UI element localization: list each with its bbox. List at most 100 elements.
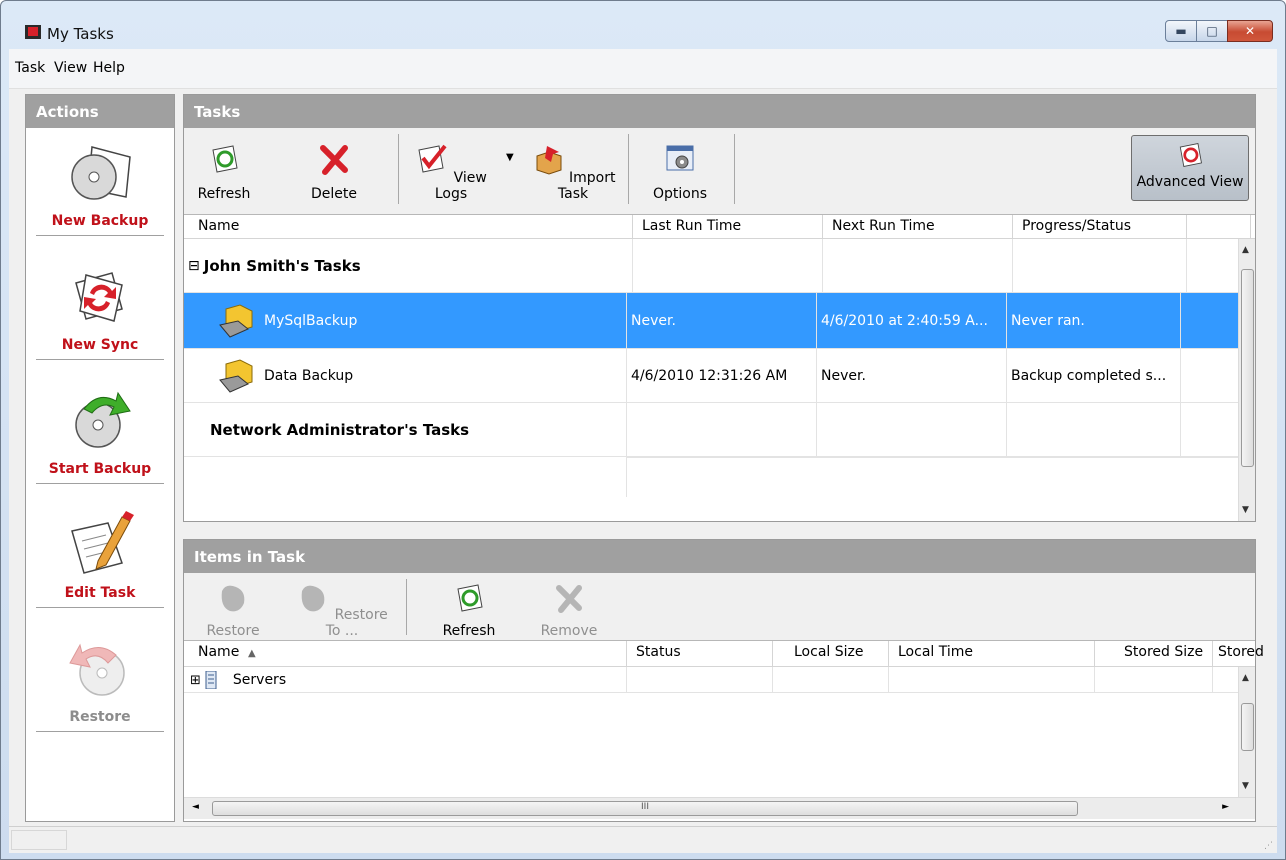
progress-status: Never ran. xyxy=(1006,293,1180,348)
restore-item-icon xyxy=(221,585,245,612)
items-refresh-button[interactable]: Refresh xyxy=(434,581,504,639)
server-icon xyxy=(205,671,217,689)
restore-to-icon xyxy=(301,585,325,612)
minimize-button[interactable]: ▬ xyxy=(1165,20,1197,42)
maximize-icon: □ xyxy=(1206,24,1218,38)
options-icon xyxy=(666,145,694,171)
last-run-time: 4/6/2010 12:31:26 AM xyxy=(626,349,816,402)
column-last-run-time[interactable]: Last Run Time xyxy=(642,218,741,234)
backup-task-icon xyxy=(219,359,253,393)
group-row-network-admin[interactable]: Network Administrator's Tasks xyxy=(184,403,1243,457)
options-label: Options xyxy=(652,186,708,202)
status-cell xyxy=(11,830,67,850)
view-logs-dropdown-icon[interactable]: ▼ xyxy=(506,152,514,163)
advanced-view-button[interactable]: Advanced View xyxy=(1131,135,1249,201)
table-row[interactable]: MySqlBackup Never. 4/6/2010 at 2:40:59 A… xyxy=(184,293,1243,349)
remove-button[interactable]: Remove xyxy=(534,581,604,639)
start-backup-action[interactable]: Start Backup xyxy=(36,387,164,484)
sync-icon xyxy=(75,272,123,322)
expand-icon[interactable]: ⊞ xyxy=(190,673,201,688)
toolbar-separator xyxy=(628,134,629,204)
group-title-network-admin: Network Administrator's Tasks xyxy=(210,421,470,439)
maximize-button[interactable]: □ xyxy=(1196,20,1228,42)
restore-to-button[interactable]: Restore To ... xyxy=(292,581,392,639)
scrollbar-thumb[interactable] xyxy=(1241,269,1254,467)
table-row[interactable]: Data Backup 4/6/2010 12:31:26 AM Never. … xyxy=(184,349,1243,403)
scrollbar-thumb[interactable]: III xyxy=(212,801,1078,816)
item-name: Servers xyxy=(232,672,287,688)
new-backup-label: New Backup xyxy=(51,213,149,229)
tasks-vertical-scrollbar[interactable]: ▲ ▼ xyxy=(1238,239,1255,521)
restore-icon xyxy=(69,643,125,696)
toolbar-separator xyxy=(734,134,735,204)
column-stored-size[interactable]: Stored Size xyxy=(1124,644,1203,660)
scroll-down-icon[interactable]: ▼ xyxy=(1242,505,1249,515)
menu-help[interactable]: Help xyxy=(93,60,125,76)
scroll-left-icon[interactable]: ◄ xyxy=(192,802,199,812)
column-status[interactable]: Status xyxy=(636,644,681,660)
restore-action[interactable]: Restore xyxy=(36,635,164,732)
actions-panel: Actions New Backup New Sync Start Backup… xyxy=(25,94,175,822)
start-backup-icon xyxy=(75,391,131,448)
menu-view[interactable]: View xyxy=(54,60,87,76)
scroll-down-icon[interactable]: ▼ xyxy=(1242,781,1249,791)
last-run-time: Never. xyxy=(626,293,816,348)
scroll-up-icon[interactable]: ▲ xyxy=(1242,245,1249,255)
advanced-view-label: Advanced View xyxy=(1136,174,1244,190)
next-run-time: Never. xyxy=(816,349,1006,402)
column-name[interactable]: Name xyxy=(198,644,239,660)
column-local-size[interactable]: Local Size xyxy=(794,644,863,660)
tasks-grid: Name Last Run Time Next Run Time Progres… xyxy=(184,214,1255,521)
edit-task-label: Edit Task xyxy=(64,585,136,601)
restore-button[interactable]: Restore xyxy=(198,581,268,639)
restore-label: Restore xyxy=(206,623,260,639)
refresh-icon xyxy=(212,145,238,173)
scroll-up-icon[interactable]: ▲ xyxy=(1242,673,1249,683)
column-progress-status[interactable]: Progress/Status xyxy=(1022,218,1131,234)
toolbar-separator xyxy=(406,579,407,635)
items-header: Items in Task xyxy=(184,540,1255,573)
items-vertical-scrollbar[interactable]: ▲ ▼ xyxy=(1238,667,1255,797)
restore-to-label: Restore To ... xyxy=(325,607,388,639)
backup-task-icon xyxy=(219,304,253,338)
column-local-time[interactable]: Local Time xyxy=(898,644,973,660)
advanced-view-icon xyxy=(1179,143,1202,167)
scroll-right-icon[interactable]: ► xyxy=(1222,802,1229,812)
tasks-header: Tasks xyxy=(184,95,1255,128)
new-sync-action[interactable]: New Sync xyxy=(36,263,164,360)
resize-grip-icon[interactable]: ⋰ xyxy=(1264,841,1273,851)
toolbar-separator xyxy=(398,134,399,204)
list-item[interactable]: ⊞ Servers xyxy=(184,667,1238,693)
edit-task-action[interactable]: Edit Task xyxy=(36,511,164,608)
refresh-button[interactable]: Refresh xyxy=(194,142,254,202)
column-next-run-time[interactable]: Next Run Time xyxy=(832,218,935,234)
tasks-grid-header: Name Last Run Time Next Run Time Progres… xyxy=(184,215,1255,239)
close-icon: ✕ xyxy=(1244,24,1256,38)
remove-icon xyxy=(556,585,582,613)
options-button[interactable]: Options xyxy=(650,142,710,202)
delete-button[interactable]: Delete xyxy=(304,142,364,202)
refresh-label: Refresh xyxy=(442,623,496,639)
restore-label: Restore xyxy=(69,709,131,725)
start-backup-label: Start Backup xyxy=(48,461,152,477)
new-backup-action[interactable]: New Backup xyxy=(36,139,164,236)
close-button[interactable]: ✕ xyxy=(1227,20,1273,42)
column-stored[interactable]: Stored xyxy=(1218,644,1264,660)
import-task-button[interactable]: Import Task xyxy=(528,142,618,202)
menu-task[interactable]: Task xyxy=(15,60,45,76)
scrollbar-thumb[interactable] xyxy=(1241,703,1254,751)
group-title-john-smith: John Smith's Tasks xyxy=(203,257,361,275)
sort-ascending-icon: ▲ xyxy=(248,648,256,659)
title-bar[interactable]: My Tasks ▬ □ ✕ xyxy=(1,1,1285,49)
column-name[interactable]: Name xyxy=(198,218,239,234)
collapse-group-icon[interactable]: ⊟ xyxy=(188,258,200,274)
scrollbar-grip: III xyxy=(641,802,649,812)
menu-bar: Task View Help xyxy=(9,49,1277,89)
view-logs-icon xyxy=(418,144,447,173)
view-logs-button[interactable]: View Logs xyxy=(408,142,494,202)
group-row-john-smith[interactable]: ⊟ John Smith's Tasks xyxy=(184,239,1243,293)
delete-label: Delete xyxy=(311,186,357,202)
window-title: My Tasks xyxy=(47,25,114,43)
delete-icon xyxy=(320,145,348,175)
items-horizontal-scrollbar[interactable]: ◄ III ► xyxy=(184,797,1255,819)
